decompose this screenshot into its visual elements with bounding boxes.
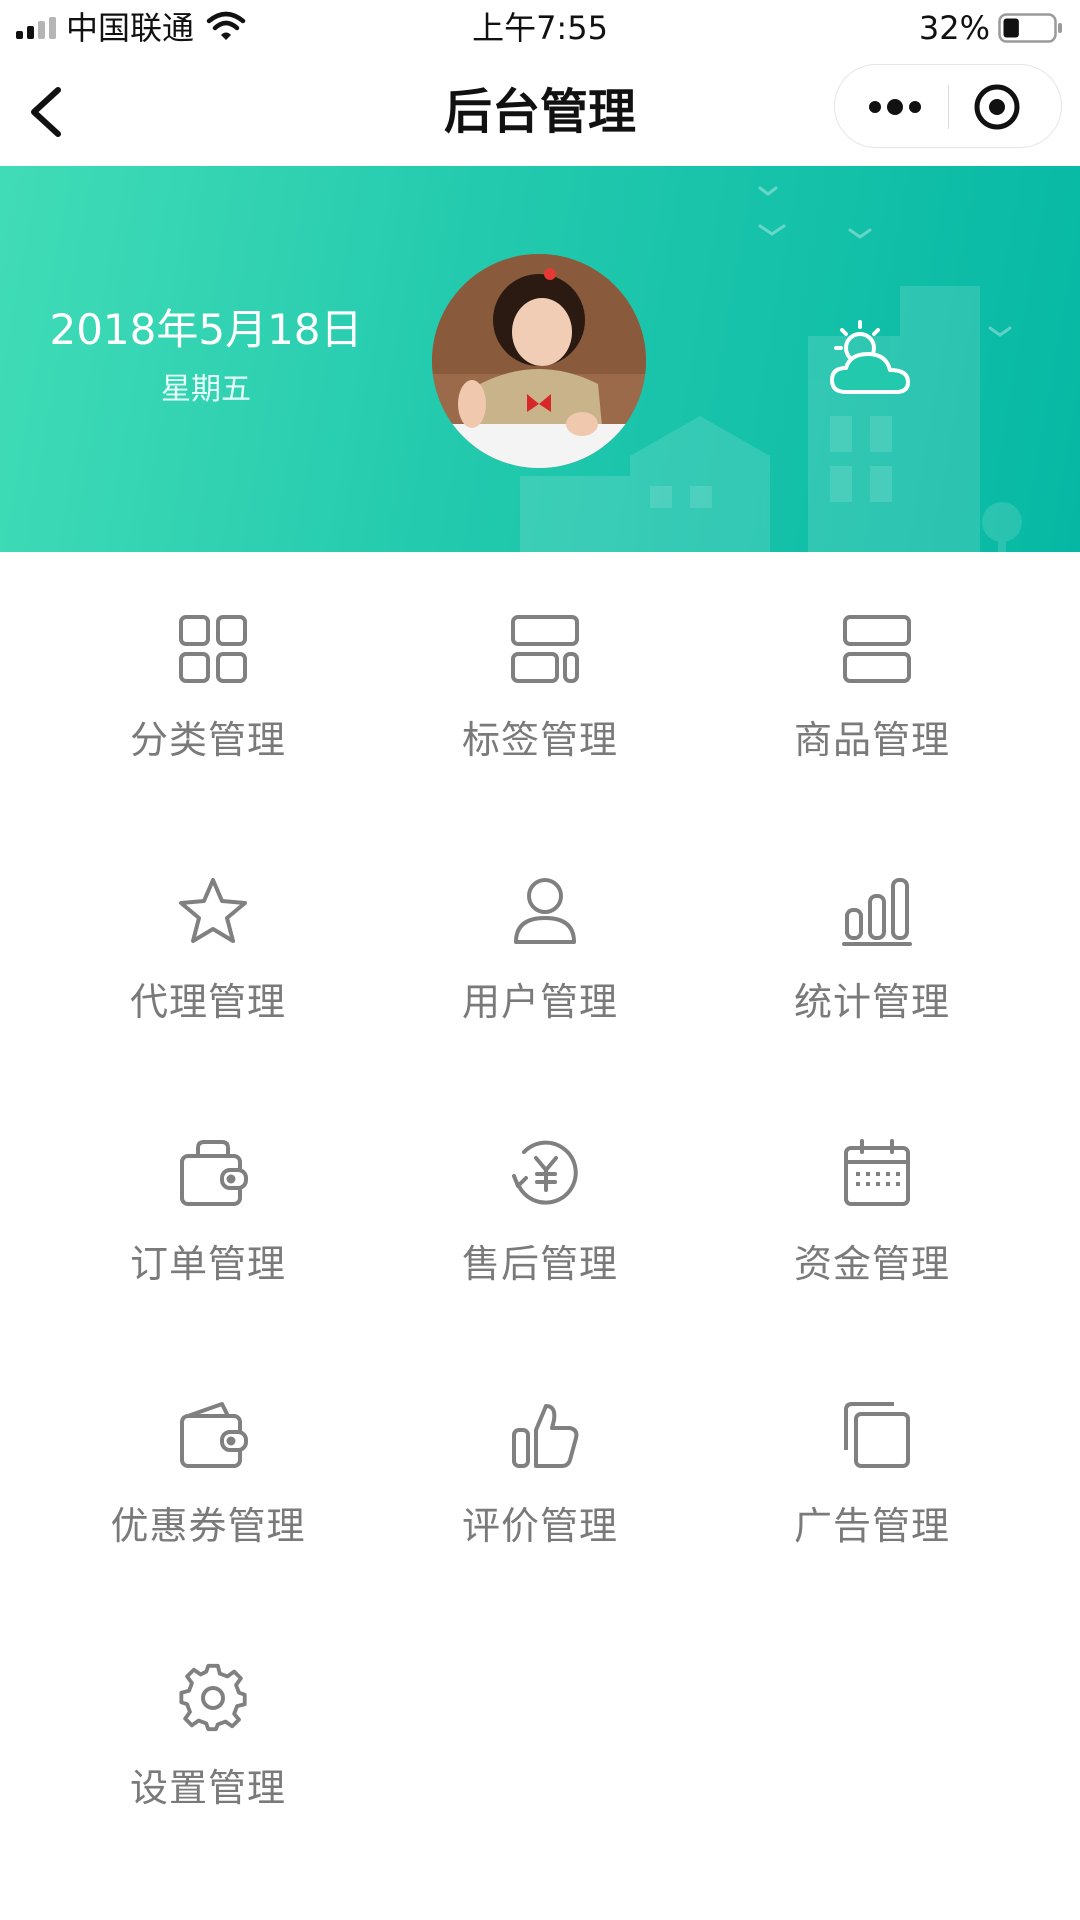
nav-bar: 后台管理 [0,56,1080,166]
battery-icon [998,13,1062,43]
menu-item-ad[interactable]: 广告管理 [706,1338,1038,1600]
product-layout-icon [843,615,911,683]
thumbs-up-icon [512,1404,579,1468]
partly-cloudy-icon [830,320,910,394]
status-bar: 中国联通 上午7:55 32% [0,0,1080,56]
menu-item-order[interactable]: 订单管理 [42,1076,374,1338]
weekday-label: 星期五 [161,372,251,407]
menu-item-label: 商品管理 [793,718,950,762]
bar-chart-icon [842,878,912,946]
battery-percent: 32% [918,9,990,47]
menu-item-label: 标签管理 [461,718,618,762]
avatar[interactable] [432,254,646,468]
menu-item-agent[interactable]: 代理管理 [42,814,374,1076]
user-icon [514,878,576,944]
menu-item-user[interactable]: 用户管理 [374,814,706,1076]
grid-icon [179,615,247,683]
date-label: 2018年5月18日 [49,305,363,354]
menu-item-settings[interactable]: 设置管理 [42,1600,374,1862]
bag-icon [180,1140,248,1206]
menu-item-aftersale[interactable]: 售后管理 [374,1076,706,1338]
menu-item-funds[interactable]: 资金管理 [706,1076,1038,1338]
wallet-icon [180,1402,248,1468]
menu-item-label: 优惠券管理 [110,1504,306,1548]
menu-item-tag[interactable]: 标签管理 [374,552,706,814]
mini-program-capsule [834,64,1062,148]
header-banner: 2018年5月18日 星期五 [0,166,1080,552]
menu-item-label: 统计管理 [793,980,950,1024]
menu-item-label: 分类管理 [129,718,286,762]
menu-item-label: 广告管理 [793,1504,950,1548]
capsule-divider [948,85,949,129]
yen-refresh-icon [512,1140,578,1205]
tag-layout-icon [511,615,579,683]
calendar-icon [844,1139,910,1206]
menu-item-label: 代理管理 [129,980,286,1024]
menu-item-product[interactable]: 商品管理 [706,552,1038,814]
menu-item-category[interactable]: 分类管理 [42,552,374,814]
menu-item-review[interactable]: 评价管理 [374,1338,706,1600]
menu-item-statistics[interactable]: 统计管理 [706,814,1038,1076]
menu-item-coupon[interactable]: 优惠券管理 [42,1338,374,1600]
menu-item-label: 资金管理 [793,1242,950,1286]
more-dots-icon[interactable] [865,87,925,127]
target-close-icon[interactable] [973,83,1021,131]
menu-item-label: 评价管理 [461,1504,618,1548]
menu-item-label: 用户管理 [461,980,618,1024]
menu-item-label: 售后管理 [461,1242,618,1286]
menu-item-label: 订单管理 [129,1242,286,1286]
menu-item-label: 设置管理 [129,1766,286,1810]
star-icon [179,878,247,943]
gear-icon [179,1663,247,1732]
copy-icon [844,1402,910,1468]
